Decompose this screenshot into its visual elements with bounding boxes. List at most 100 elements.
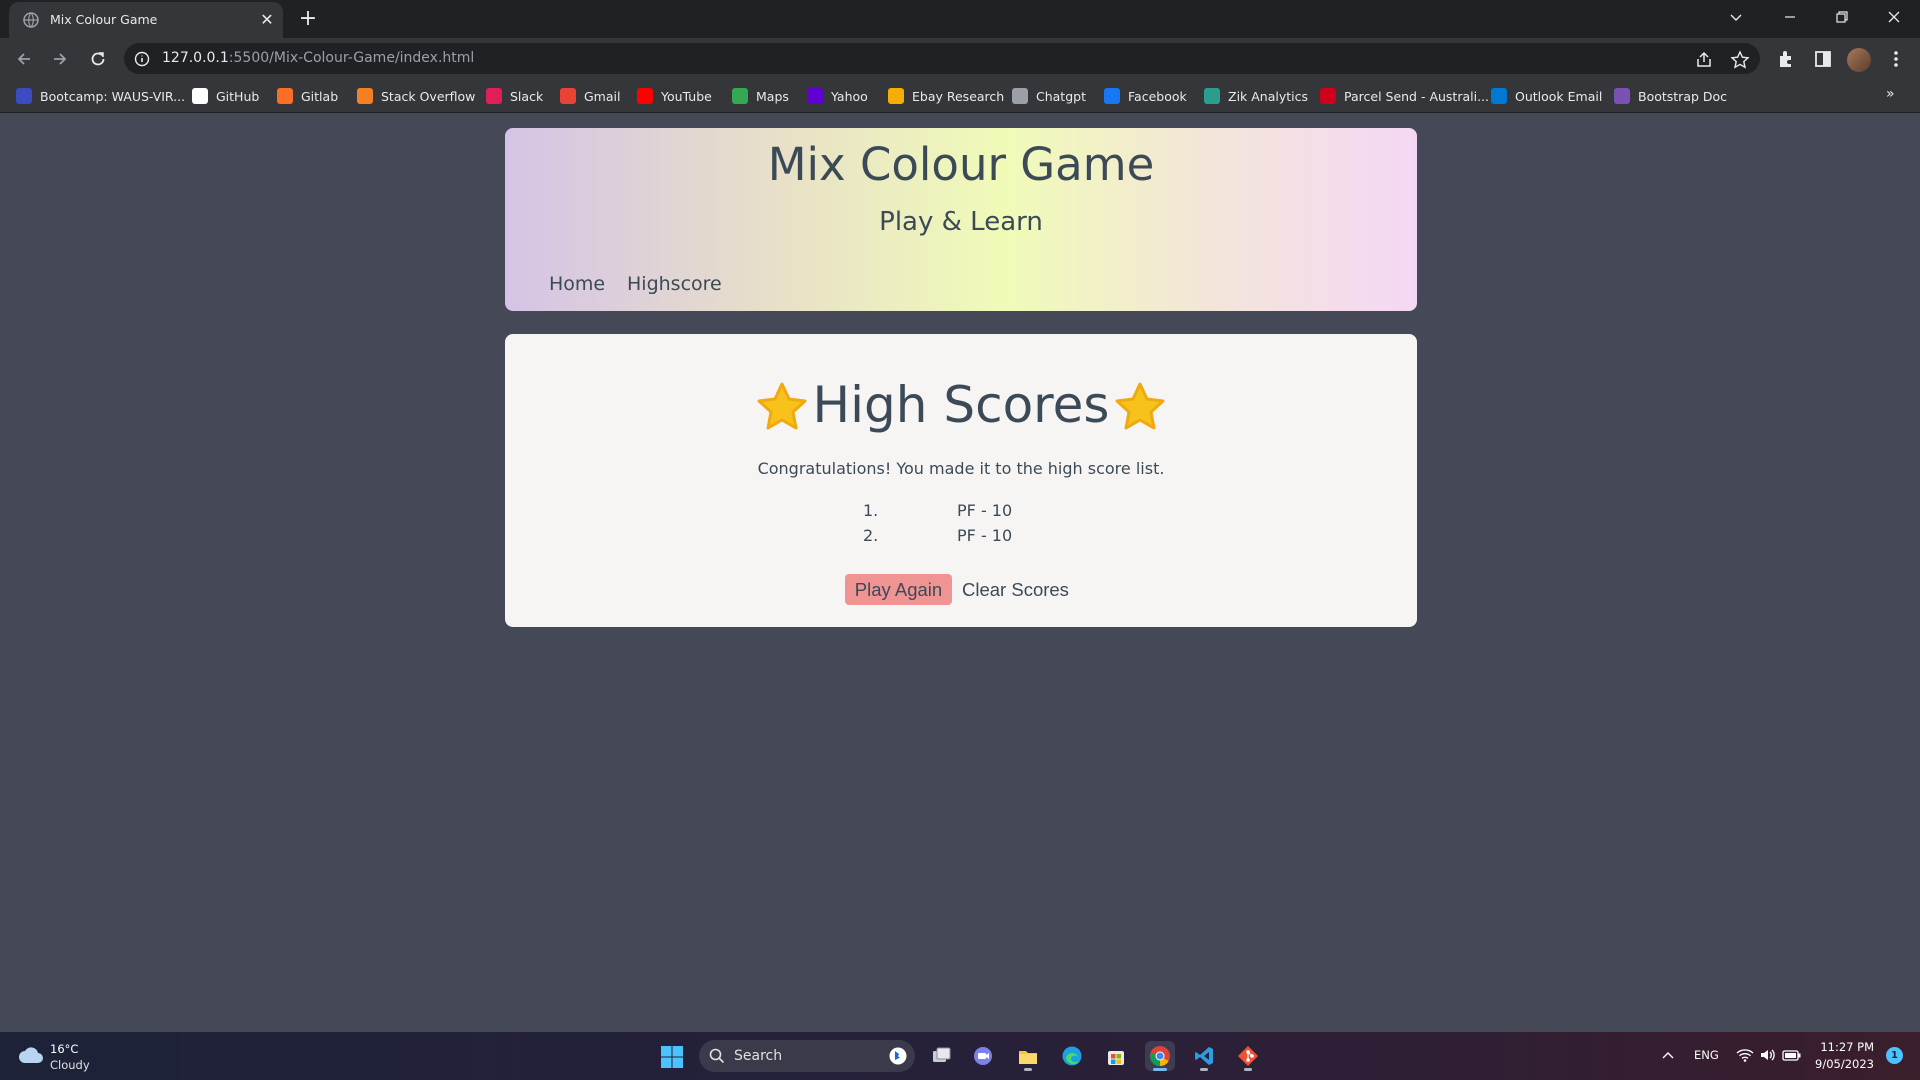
new-tab-button[interactable]: + (296, 8, 320, 32)
bookmark-label: Bootcamp: WAUS-VIR... (40, 88, 186, 104)
close-tab-icon[interactable]: ✕ (257, 10, 277, 30)
chat-icon (974, 1047, 992, 1065)
close-window-button[interactable] (1874, 4, 1914, 30)
bookmark-item[interactable]: Yahoo (807, 87, 868, 105)
bookmark-label: Chatgpt (1036, 88, 1086, 104)
chatgpt-icon (1012, 88, 1028, 104)
taskbar-task-view[interactable] (926, 1041, 956, 1071)
address-bar[interactable]: 127.0.0.1:5500/Mix-Colour-Game/index.htm… (124, 43, 1760, 74)
language-indicator[interactable]: ENG (1694, 1048, 1719, 1062)
score-entry: PF - 10 (957, 526, 1013, 545)
minimize-button[interactable] (1770, 4, 1810, 30)
windows-taskbar: 16°C Cloudy Search ENG 11:27 PM 9/05/202… (0, 1032, 1920, 1080)
bookmark-item[interactable]: Maps (732, 87, 789, 105)
browser-toolbar: 127.0.0.1:5500/Mix-Colour-Game/index.htm… (0, 38, 1920, 79)
running-indicator (1153, 1068, 1167, 1071)
nav-home-link[interactable]: Home (549, 273, 605, 295)
bookmarks-bar: Bootcamp: WAUS-VIR... GitHub Gitlab Stac… (0, 79, 1920, 113)
notification-badge[interactable]: 1 (1886, 1047, 1903, 1064)
highscore-card: High Scores Congratulations! You made it… (505, 334, 1417, 627)
bookmark-item[interactable]: Slack (486, 87, 543, 105)
bookmark-item[interactable]: Zik Analytics (1204, 87, 1308, 105)
tab-search-button[interactable] (1716, 4, 1756, 30)
bookmark-item[interactable]: Gmail (560, 87, 620, 105)
slack-icon (486, 88, 502, 104)
clear-scores-button[interactable]: Clear Scores (962, 574, 1069, 605)
taskbar-search[interactable]: Search (699, 1040, 915, 1072)
bookmark-label: Gitlab (301, 88, 339, 104)
site-subtitle: Play & Learn (879, 207, 1043, 237)
back-button[interactable] (10, 45, 38, 73)
menu-icon[interactable] (1885, 48, 1907, 70)
task-view-icon (933, 1047, 951, 1062)
taskbar-teams-chat[interactable] (968, 1041, 998, 1071)
browser-tab-bar: Mix Colour Game ✕ + (0, 0, 1920, 38)
volume-icon[interactable] (1759, 1047, 1777, 1063)
clock-date[interactable]: 9/05/2023 (1810, 1057, 1874, 1071)
bookmark-item[interactable]: Ebay Research (888, 87, 1004, 105)
bookmark-star-icon[interactable] (1730, 50, 1750, 70)
gitlab-icon (277, 88, 293, 104)
site-title: Mix Colour Game (767, 138, 1155, 191)
share-icon[interactable] (1694, 50, 1714, 70)
bootcamp-icon (16, 88, 32, 104)
bookmark-item[interactable]: Parcel Send - Australi... (1320, 87, 1489, 105)
chevron-up-icon[interactable] (1661, 1050, 1675, 1060)
bookmark-label: Ebay Research (912, 88, 1005, 104)
bing-icon[interactable] (889, 1047, 907, 1065)
gmail-icon (560, 88, 576, 104)
outlook-icon (1491, 88, 1507, 104)
taskbar-chrome[interactable] (1145, 1041, 1175, 1071)
star-icon (1115, 382, 1165, 430)
congratulations-message: Congratulations! You made it to the high… (757, 459, 1165, 478)
vscode-icon (1195, 1047, 1213, 1065)
bookmark-label: GitHub (216, 88, 260, 104)
profile-avatar[interactable] (1847, 48, 1871, 72)
site-header: Mix Colour Game Play & Learn Home Highsc… (505, 128, 1417, 311)
bookmark-label: Bootstrap Doc (1638, 88, 1728, 104)
bookmark-item[interactable]: Stack Overflow (357, 87, 475, 105)
battery-icon[interactable] (1782, 1048, 1802, 1062)
github-icon (192, 88, 208, 104)
bookmark-item[interactable]: Gitlab (277, 87, 338, 105)
bookmark-item[interactable]: Bootcamp: WAUS-VIR... (16, 87, 185, 105)
windows-start-icon[interactable] (660, 1045, 684, 1069)
bookmark-item[interactable]: Bootstrap Doc (1614, 87, 1727, 105)
bookmark-item[interactable]: YouTube (637, 87, 712, 105)
nav-highscore-link[interactable]: Highscore (627, 273, 722, 295)
taskbar-vscode[interactable] (1189, 1041, 1219, 1071)
extensions-icon[interactable] (1775, 48, 1797, 70)
bookmark-label: Zik Analytics (1228, 88, 1309, 104)
yahoo-icon (807, 88, 823, 104)
taskbar-store[interactable] (1101, 1041, 1131, 1071)
reload-button[interactable] (84, 45, 112, 73)
clock-time[interactable]: 11:27 PM (1818, 1040, 1874, 1054)
side-panel-icon[interactable] (1812, 48, 1834, 70)
bookmark-label: Maps (756, 88, 789, 104)
bookmark-item[interactable]: Facebook (1104, 87, 1187, 105)
more-bookmarks-icon[interactable]: » (1886, 86, 1895, 102)
wifi-icon[interactable] (1736, 1047, 1754, 1063)
bookmark-item[interactable]: Outlook Email (1491, 87, 1602, 105)
score-list-item: 2. PF - 10 (505, 526, 1417, 548)
globe-icon (23, 12, 39, 28)
cloud-icon[interactable] (18, 1046, 44, 1064)
url-text[interactable]: 127.0.0.1:5500/Mix-Colour-Game/index.htm… (162, 50, 474, 66)
taskbar-edge[interactable] (1057, 1041, 1087, 1071)
forward-button[interactable] (46, 45, 74, 73)
bootstrap-icon (1614, 88, 1630, 104)
restore-button[interactable] (1822, 4, 1862, 30)
taskbar-git[interactable] (1233, 1041, 1263, 1071)
taskbar-file-explorer[interactable] (1013, 1041, 1043, 1071)
browser-tab[interactable]: Mix Colour Game ✕ (9, 2, 283, 38)
bookmark-item[interactable]: Chatgpt (1012, 87, 1086, 105)
ebay-icon (888, 88, 904, 104)
bookmark-item[interactable]: GitHub (192, 87, 259, 105)
running-indicator (1024, 1068, 1032, 1071)
info-icon[interactable] (134, 51, 150, 67)
play-again-button[interactable]: Play Again (845, 574, 952, 605)
weather-temperature: 16°C (50, 1042, 79, 1056)
git-icon (1238, 1046, 1258, 1066)
tab-title: Mix Colour Game (50, 12, 158, 27)
facebook-icon (1104, 88, 1120, 104)
